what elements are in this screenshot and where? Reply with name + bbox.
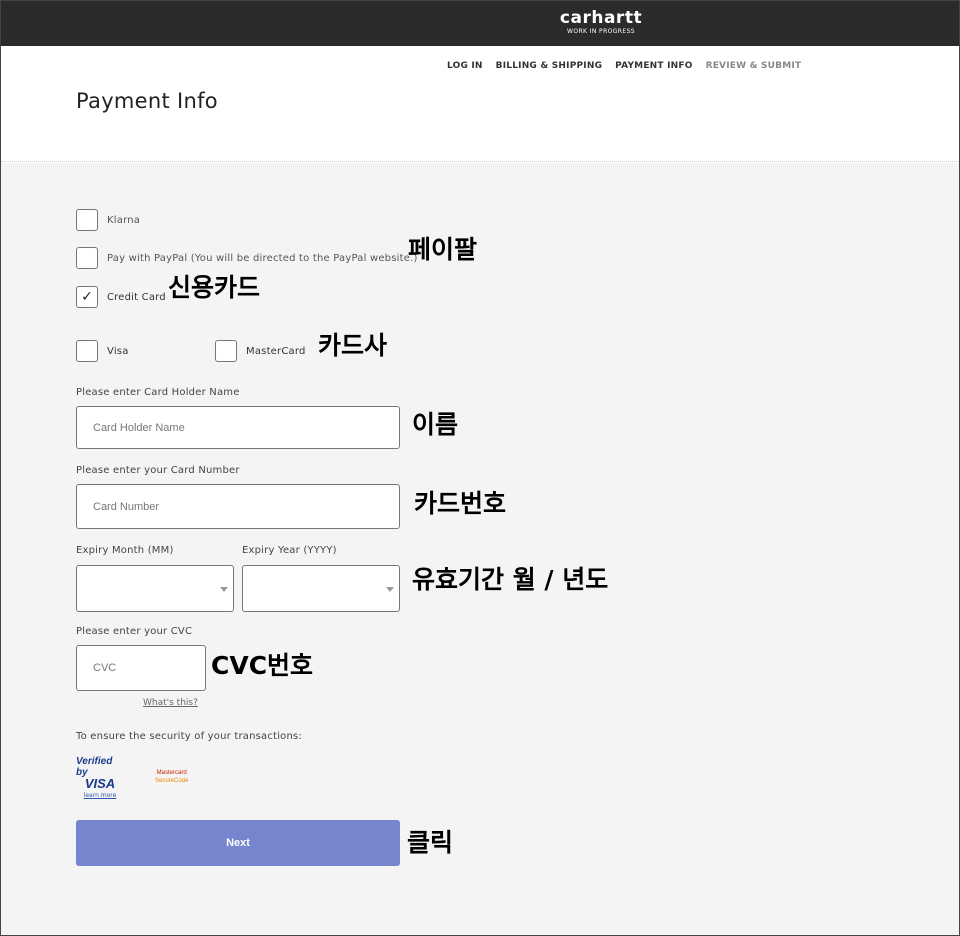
expiry-month-select[interactable] <box>76 565 234 612</box>
expiry-month-label: Expiry Month (MM) <box>76 545 174 556</box>
page-title: Payment Info <box>76 89 218 113</box>
step-payment-info[interactable]: PAYMENT INFO <box>615 61 692 71</box>
year-dropdown-caret-icon <box>386 587 394 592</box>
annotation-expiry: 유효기간 월 / 년도 <box>412 565 609 594</box>
paypal-option[interactable]: Pay with PayPal (You will be directed to… <box>76 247 418 269</box>
credit-card-label: Credit Card <box>107 291 166 303</box>
annotation-credit-card: 신용카드 <box>168 273 261 302</box>
verified-by-visa-logo[interactable]: Verified by VISA learn more <box>76 756 124 799</box>
card-holder-label: Please enter Card Holder Name <box>76 387 240 398</box>
card-holder-input[interactable] <box>76 406 400 449</box>
payment-form-area: Klarna Pay with PayPal (You will be dire… <box>1 163 959 935</box>
cvc-help-link[interactable]: What's this? <box>143 698 198 708</box>
month-dropdown-caret-icon <box>220 587 228 592</box>
mastercard-option[interactable]: MasterCard <box>215 340 306 362</box>
cvc-input[interactable] <box>76 645 206 691</box>
paypal-label: Pay with PayPal (You will be directed to… <box>107 252 418 264</box>
step-log-in[interactable]: LOG IN <box>447 61 483 71</box>
mc-securecode-line1: Mastercard <box>156 770 187 776</box>
carhartt-logo[interactable]: carhartt WORK IN PROGRESS <box>551 9 651 35</box>
mastercard-label: MasterCard <box>246 345 306 357</box>
top-bar: carhartt WORK IN PROGRESS <box>1 1 959 46</box>
annotation-click: 클릭 <box>407 828 454 857</box>
annotation-name: 이름 <box>412 410 459 439</box>
vbv-top-text: Verified by <box>76 756 113 778</box>
cvc-label: Please enter your CVC <box>76 626 193 637</box>
logo-tagline: WORK IN PROGRESS <box>567 28 635 35</box>
klarna-checkbox[interactable] <box>76 209 98 231</box>
vbv-learn-more-link[interactable]: learn more <box>76 792 124 799</box>
next-button[interactable]: Next <box>76 820 400 866</box>
step-review-submit: REVIEW & SUBMIT <box>705 61 802 71</box>
annotation-paypal: 페이팔 <box>408 235 478 264</box>
vbv-visa-text: VISA <box>84 776 116 791</box>
klarna-option[interactable]: Klarna <box>76 209 140 231</box>
step-billing-shipping[interactable]: BILLING & SHIPPING <box>496 61 603 71</box>
expiry-year-label: Expiry Year (YYYY) <box>242 545 337 556</box>
mc-securecode-line2: SecureCode <box>155 778 189 784</box>
logo-wordmark: carhartt <box>559 8 643 28</box>
card-number-label: Please enter your Card Number <box>76 465 240 476</box>
visa-option[interactable]: Visa <box>76 340 129 362</box>
annotation-cvc: CVC번호 <box>211 651 314 680</box>
paypal-checkbox[interactable] <box>76 247 98 269</box>
visa-checkbox[interactable] <box>76 340 98 362</box>
annotation-card-number: 카드번호 <box>414 489 507 518</box>
visa-label: Visa <box>107 345 129 357</box>
checkout-header: LOG IN BILLING & SHIPPING PAYMENT INFO R… <box>1 46 959 162</box>
credit-card-checkbox[interactable]: ✓ <box>76 286 98 308</box>
checkout-steps: LOG IN BILLING & SHIPPING PAYMENT INFO R… <box>447 61 814 71</box>
annotation-card-company: 카드사 <box>318 331 388 360</box>
mastercard-checkbox[interactable] <box>215 340 237 362</box>
credit-card-option[interactable]: ✓ Credit Card <box>76 286 166 308</box>
security-text: To ensure the security of your transacti… <box>76 731 303 742</box>
expiry-year-select[interactable] <box>242 565 400 612</box>
klarna-label: Klarna <box>107 214 141 226</box>
card-number-input[interactable] <box>76 484 400 529</box>
mastercard-securecode-logo: Mastercard SecureCode <box>155 769 188 785</box>
